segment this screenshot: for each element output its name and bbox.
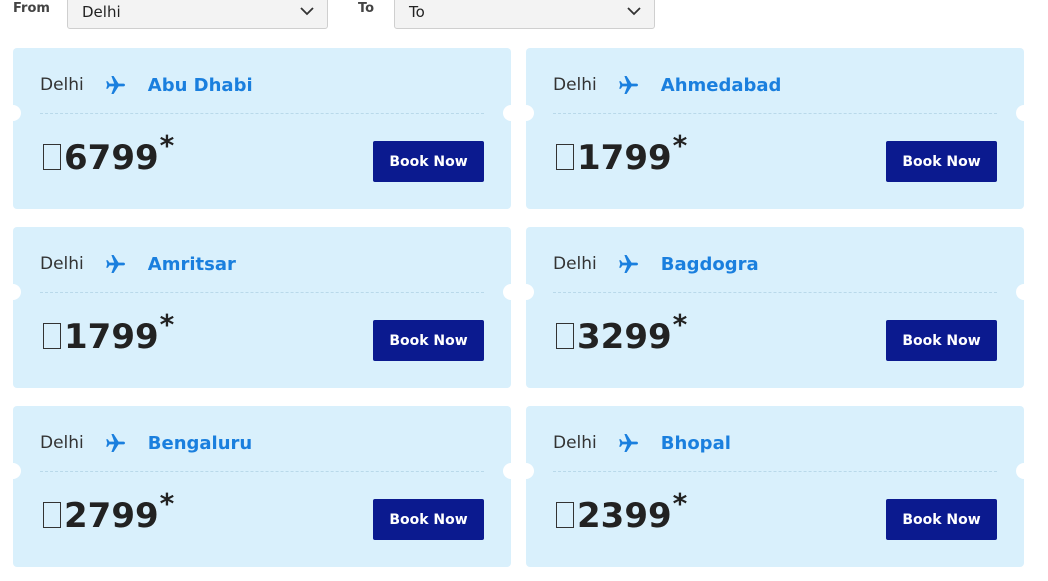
fare-price: 2799 * <box>43 487 175 536</box>
divider <box>40 292 484 293</box>
fare-price: 1799 * <box>43 308 175 357</box>
fare-price: 2399 * <box>556 487 688 536</box>
book-now-button[interactable]: Book Now <box>886 141 997 182</box>
destination-city: Abu Dhabi <box>147 74 253 96</box>
airplane-icon <box>618 255 638 273</box>
price-amount: 3299 <box>577 317 672 357</box>
origin-city: Delhi <box>40 75 84 95</box>
rupee-icon <box>556 144 574 170</box>
to-label: To <box>358 1 375 16</box>
route-filter-bar: From Delhi To To <box>0 0 1048 40</box>
chevron-down-icon <box>627 7 641 16</box>
divider <box>40 471 484 472</box>
price-asterisk: * <box>672 129 688 162</box>
airplane-icon <box>105 255 125 273</box>
divider <box>553 292 997 293</box>
chevron-down-icon <box>300 7 314 16</box>
route: Delhi Bagdogra <box>553 252 759 276</box>
book-now-button[interactable]: Book Now <box>886 499 997 540</box>
origin-city: Delhi <box>553 75 597 95</box>
airplane-icon <box>618 76 638 94</box>
fare-card: Delhi Bengaluru 2799 * Book Now <box>5 406 519 567</box>
origin-city: Delhi <box>553 433 597 453</box>
book-now-button[interactable]: Book Now <box>373 499 484 540</box>
fare-price: 6799 * <box>43 129 175 178</box>
from-select-value: Delhi <box>82 3 121 21</box>
fare-card: Delhi Ahmedabad 1799 * Book Now <box>518 48 1032 209</box>
destination-city: Ahmedabad <box>660 74 782 96</box>
airplane-icon <box>105 76 125 94</box>
rupee-icon <box>43 502 61 528</box>
price-amount: 2799 <box>64 496 159 536</box>
airplane-icon <box>105 434 125 452</box>
from-label: From <box>13 1 50 16</box>
fare-card: Delhi Bagdogra 3299 * Book Now <box>518 227 1032 388</box>
price-asterisk: * <box>159 487 175 520</box>
price-asterisk: * <box>672 487 688 520</box>
fare-card: Delhi Amritsar 1799 * Book Now <box>5 227 519 388</box>
rupee-icon <box>556 502 574 528</box>
destination-city: Bhopal <box>660 432 731 454</box>
fare-price: 3299 * <box>556 308 688 357</box>
price-amount: 1799 <box>64 317 159 357</box>
route: Delhi Amritsar <box>40 252 236 276</box>
fare-card: Delhi Abu Dhabi 6799 * Book Now <box>5 48 519 209</box>
divider <box>553 113 997 114</box>
destination-city: Bagdogra <box>660 253 759 275</box>
price-asterisk: * <box>672 308 688 341</box>
price-asterisk: * <box>159 308 175 341</box>
rupee-icon <box>43 323 61 349</box>
origin-city: Delhi <box>40 254 84 274</box>
price-asterisk: * <box>159 129 175 162</box>
divider <box>40 113 484 114</box>
origin-city: Delhi <box>40 433 84 453</box>
price-amount: 1799 <box>577 138 672 178</box>
to-select-value: To <box>409 3 425 21</box>
price-amount: 2399 <box>577 496 672 536</box>
from-select[interactable]: Delhi <box>67 0 328 29</box>
rupee-icon <box>556 323 574 349</box>
divider <box>553 471 997 472</box>
route: Delhi Bhopal <box>553 431 731 455</box>
route: Delhi Abu Dhabi <box>40 73 253 97</box>
fare-card: Delhi Bhopal 2399 * Book Now <box>518 406 1032 567</box>
rupee-icon <box>43 144 61 170</box>
price-amount: 6799 <box>64 138 159 178</box>
destination-city: Amritsar <box>147 253 236 275</box>
to-select[interactable]: To <box>394 0 655 29</box>
fare-cards-grid: Delhi Abu Dhabi 6799 * Book Now Delhi Ah… <box>5 48 1032 567</box>
book-now-button[interactable]: Book Now <box>373 141 484 182</box>
origin-city: Delhi <box>553 254 597 274</box>
book-now-button[interactable]: Book Now <box>886 320 997 361</box>
book-now-button[interactable]: Book Now <box>373 320 484 361</box>
fare-price: 1799 * <box>556 129 688 178</box>
destination-city: Bengaluru <box>147 432 253 454</box>
route: Delhi Bengaluru <box>40 431 252 455</box>
airplane-icon <box>618 434 638 452</box>
route: Delhi Ahmedabad <box>553 73 781 97</box>
